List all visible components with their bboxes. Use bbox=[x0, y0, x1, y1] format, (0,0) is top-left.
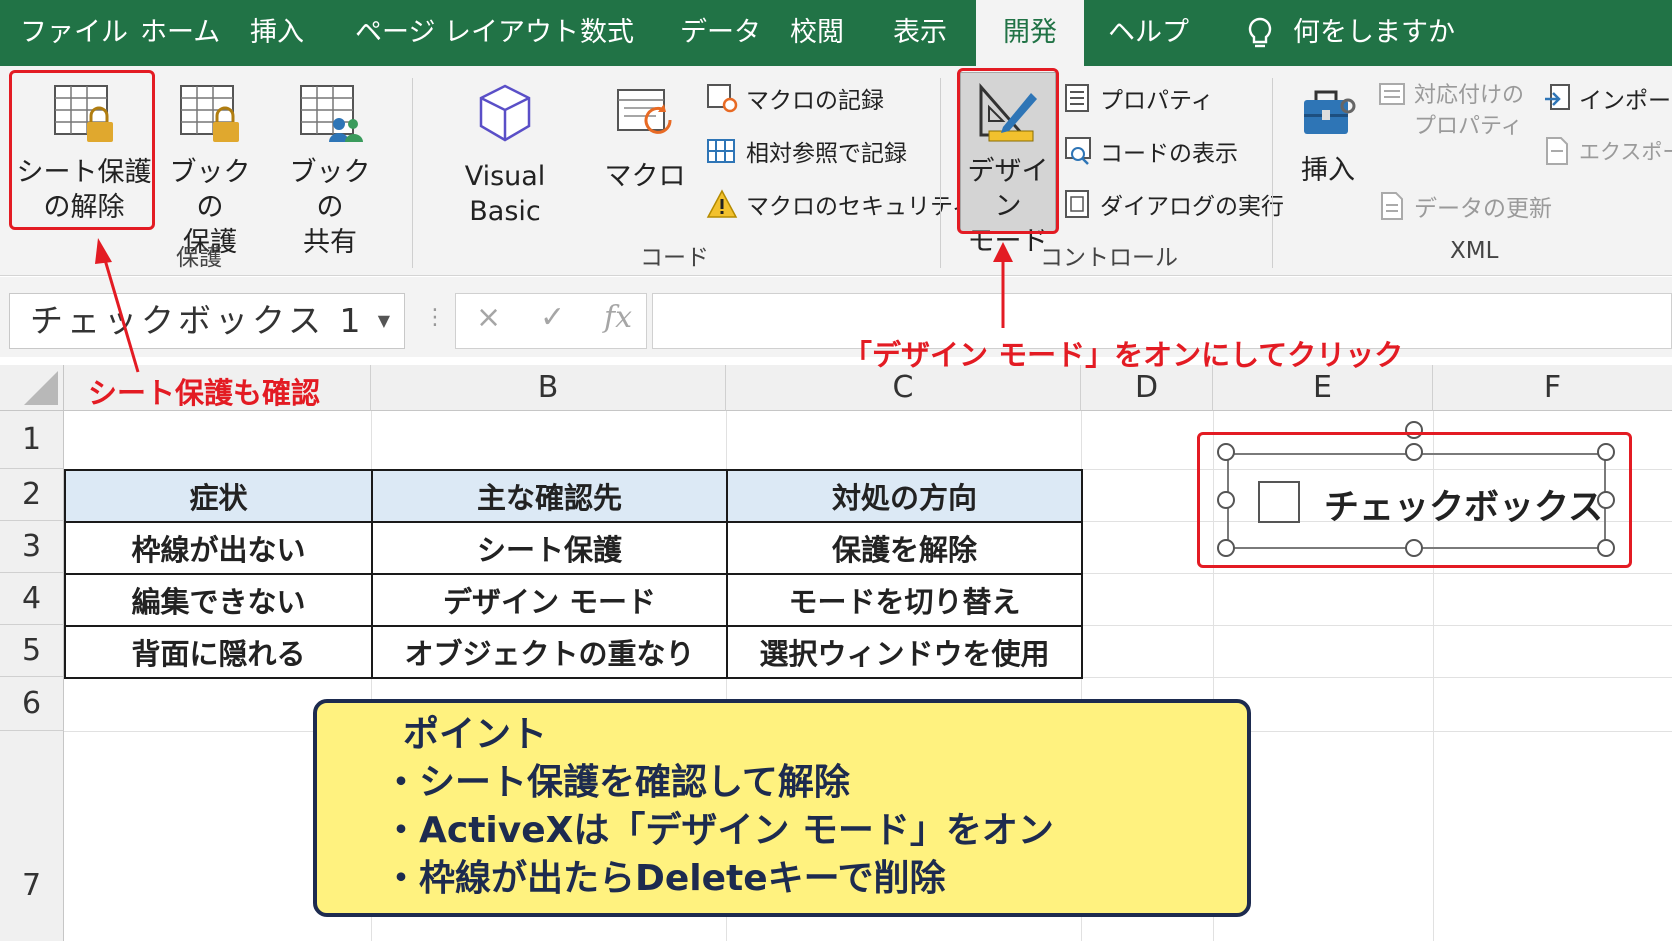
point-line: ・ActiveXは「デザイン モード」をオン bbox=[383, 810, 1054, 851]
annotation-sheet-protect: シート保護も確認 bbox=[88, 376, 321, 410]
point-line: ・枠線が出たらDeleteキーで削除 bbox=[383, 858, 946, 899]
point-callout: ポイント ・シート保護を確認して解除 ・ActiveXは「デザイン モード」をオ… bbox=[313, 699, 1251, 917]
arrow-line bbox=[101, 252, 140, 373]
excel-window: ファイル ホーム 挿入 ページ レイアウト 数式 データ 校閲 表示 開発 ヘル… bbox=[0, 0, 1672, 941]
point-line: ・シート保護を確認して解除 bbox=[383, 762, 850, 803]
annotation-design-mode: 「デザイン モード」をオンにしてクリック bbox=[843, 338, 1404, 372]
arrow-head bbox=[95, 238, 112, 264]
point-title: ポイント bbox=[403, 714, 548, 755]
arrow-head bbox=[993, 242, 1013, 262]
